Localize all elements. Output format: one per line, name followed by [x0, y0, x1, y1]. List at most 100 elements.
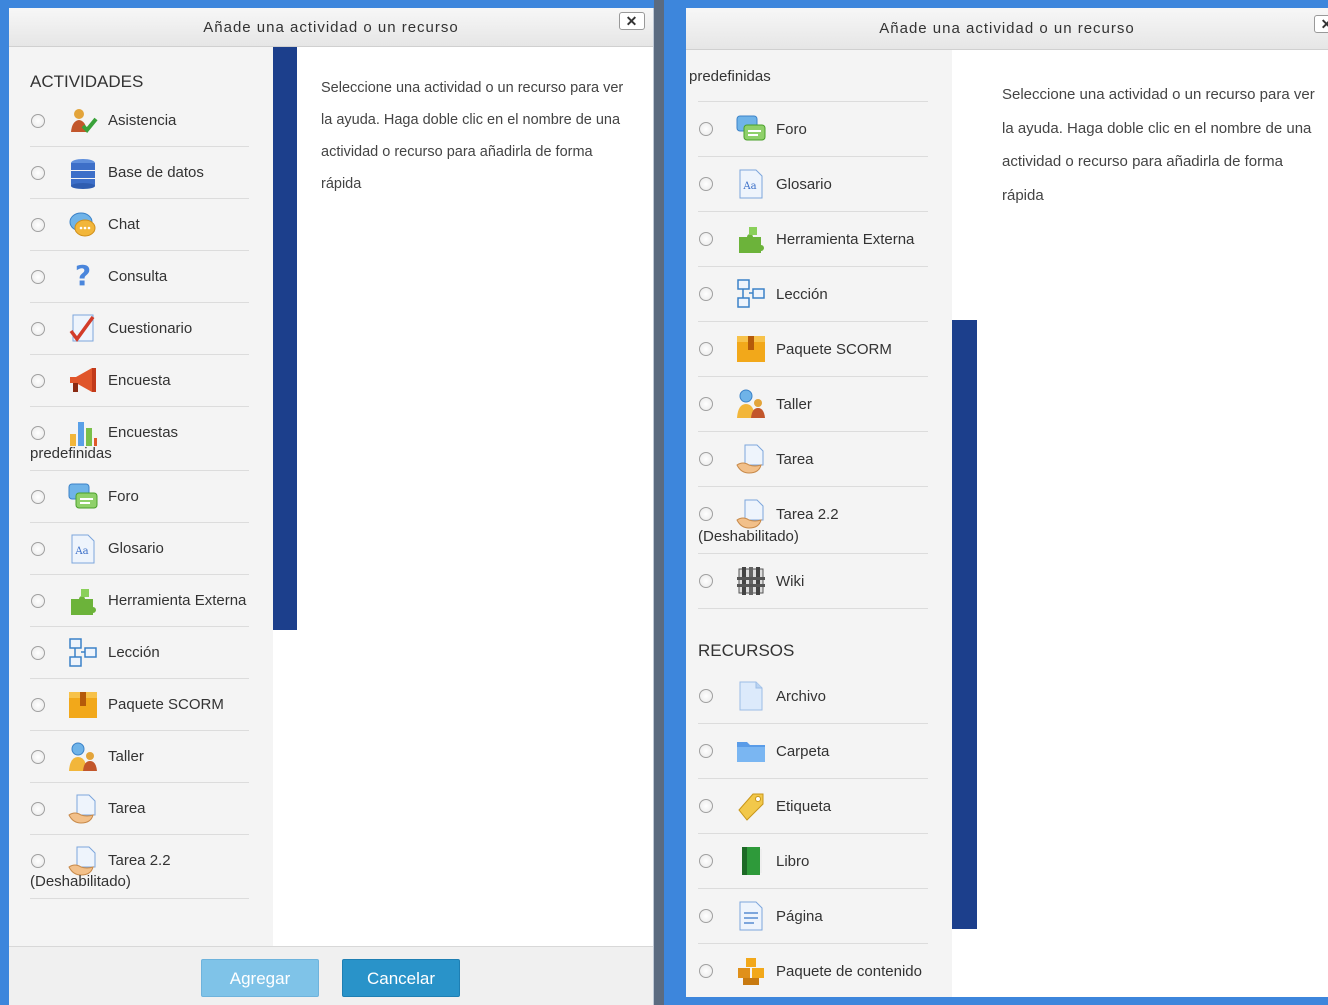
option-label: Glosario	[776, 175, 832, 193]
list-item[interactable]: Página	[698, 889, 928, 944]
add-button[interactable]: Agregar	[201, 959, 319, 997]
folder-icon	[735, 735, 767, 767]
cancel-button[interactable]: Cancelar	[342, 959, 460, 997]
option-label: Cuestionario	[108, 320, 193, 337]
list-item[interactable]: Lección	[30, 627, 249, 679]
list-item[interactable]: Carpeta	[698, 724, 928, 779]
list-item[interactable]: Tarea	[30, 783, 249, 835]
list-item-partial[interactable]: predefinidas	[689, 50, 928, 102]
list-item[interactable]: Foro	[698, 102, 928, 157]
option-radio[interactable]	[699, 232, 713, 246]
option-radio[interactable]	[699, 287, 713, 301]
option-radio[interactable]	[31, 425, 45, 440]
list-item[interactable]: Chat	[30, 199, 249, 251]
option-radio[interactable]	[699, 799, 713, 813]
svg-text:?: ?	[75, 261, 91, 292]
list-item[interactable]: Base de datos	[30, 147, 249, 199]
option-radio[interactable]	[699, 452, 713, 466]
list-item[interactable]: Taller	[30, 731, 249, 783]
option-radio[interactable]	[699, 507, 713, 521]
window-gap	[654, 0, 664, 1005]
option-label: Etiqueta	[776, 797, 832, 815]
list-item[interactable]: Aa Glosario	[30, 523, 249, 575]
dialog-titlebar: Añade una actividad o un recurso ✕	[9, 8, 653, 47]
options-list[interactable]: ACTIVIDADES Asistencia Base de datos Chat?…	[9, 47, 273, 947]
list-item[interactable]: Cuestionario	[30, 303, 249, 355]
list-item[interactable]: Wiki	[698, 554, 928, 609]
scorm-box-icon	[67, 689, 99, 721]
list-item[interactable]: Herramienta Externa	[698, 212, 928, 267]
list-item[interactable]: ? Consulta	[30, 251, 249, 303]
list-item[interactable]: Herramienta Externa	[30, 575, 249, 627]
option-radio[interactable]	[31, 269, 45, 284]
list-item[interactable]: Paquete SCORM	[698, 322, 928, 377]
list-item[interactable]: Paquete SCORM	[30, 679, 249, 731]
list-item[interactable]: Taller	[698, 377, 928, 432]
option-radio[interactable]	[31, 217, 45, 232]
option-radio[interactable]	[699, 397, 713, 411]
close-button[interactable]: ✕	[1314, 15, 1328, 33]
forum-icon	[67, 481, 99, 513]
assignment-icon	[67, 793, 99, 825]
list-item[interactable]: Tarea 2.2 (Deshabilitado)	[30, 835, 249, 899]
list-item[interactable]: Paquete de contenido	[698, 944, 928, 997]
option-label: Paquete SCORM	[108, 696, 224, 713]
file-icon	[735, 680, 767, 712]
list-item[interactable]: Encuestas predefinidas	[30, 407, 249, 471]
option-radio[interactable]	[31, 853, 45, 868]
option-radio[interactable]	[699, 122, 713, 136]
list-item[interactable]: Libro	[698, 834, 928, 889]
list-item[interactable]: Etiqueta	[698, 779, 928, 834]
option-radio[interactable]	[699, 744, 713, 758]
option-label: Paquete de contenido	[776, 962, 922, 980]
option-label: Carpeta	[776, 742, 830, 760]
help-text: Seleccione una actividad o un recurso pa…	[1002, 86, 1315, 204]
option-radio[interactable]	[31, 697, 45, 712]
option-label: Tarea	[776, 450, 814, 468]
option-label: Taller	[108, 748, 144, 765]
option-radio[interactable]	[699, 964, 713, 978]
list-item[interactable]: Lección	[698, 267, 928, 322]
list-scrollbar[interactable]	[952, 320, 977, 929]
dialog-footer: Agregar Cancelar	[9, 946, 653, 1005]
option-radio[interactable]	[31, 321, 45, 336]
option-label-continued: (Deshabilitado)	[30, 873, 131, 890]
list-item[interactable]: Encuesta	[30, 355, 249, 407]
list-item[interactable]: Asistencia	[30, 95, 249, 147]
option-label: Asistencia	[108, 112, 177, 129]
option-radio[interactable]	[699, 854, 713, 868]
assignment-icon	[67, 845, 99, 877]
question-icon: ?	[67, 261, 99, 293]
forum-icon	[735, 113, 767, 145]
option-radio[interactable]	[699, 177, 713, 191]
section-activities-heading: ACTIVIDADES	[30, 72, 144, 91]
option-label: Página	[776, 907, 823, 925]
help-text: Seleccione una actividad o un recurso pa…	[321, 80, 624, 192]
option-radio[interactable]	[699, 689, 713, 703]
option-radio[interactable]	[699, 342, 713, 356]
option-radio[interactable]	[699, 574, 713, 588]
option-radio[interactable]	[699, 909, 713, 923]
list-item[interactable]: Tarea	[698, 432, 928, 487]
list-item[interactable]: Tarea 2.2 (Deshabilitado)	[698, 487, 928, 554]
option-label: Libro	[776, 852, 810, 870]
option-radio[interactable]	[31, 593, 45, 608]
option-radio[interactable]	[31, 489, 45, 504]
option-radio[interactable]	[31, 801, 45, 816]
option-radio[interactable]	[31, 645, 45, 660]
option-label: Lección	[776, 285, 828, 303]
option-radio[interactable]	[31, 373, 45, 388]
list-item[interactable]: Aa Glosario	[698, 157, 928, 212]
option-radio[interactable]	[31, 541, 45, 556]
options-list[interactable]: predefinidas Foro Aa Glosario Herramienta E…	[686, 50, 952, 997]
close-button[interactable]: ✕	[619, 12, 645, 30]
option-label: predefinidas	[689, 68, 771, 85]
option-radio[interactable]	[31, 113, 45, 128]
option-radio[interactable]	[31, 749, 45, 764]
attendance-icon	[67, 105, 99, 137]
list-item[interactable]: Archivo	[698, 669, 928, 724]
close-icon: ✕	[625, 13, 639, 29]
option-radio[interactable]	[31, 165, 45, 180]
list-item[interactable]: Foro	[30, 471, 249, 523]
list-scrollbar[interactable]	[273, 47, 297, 630]
